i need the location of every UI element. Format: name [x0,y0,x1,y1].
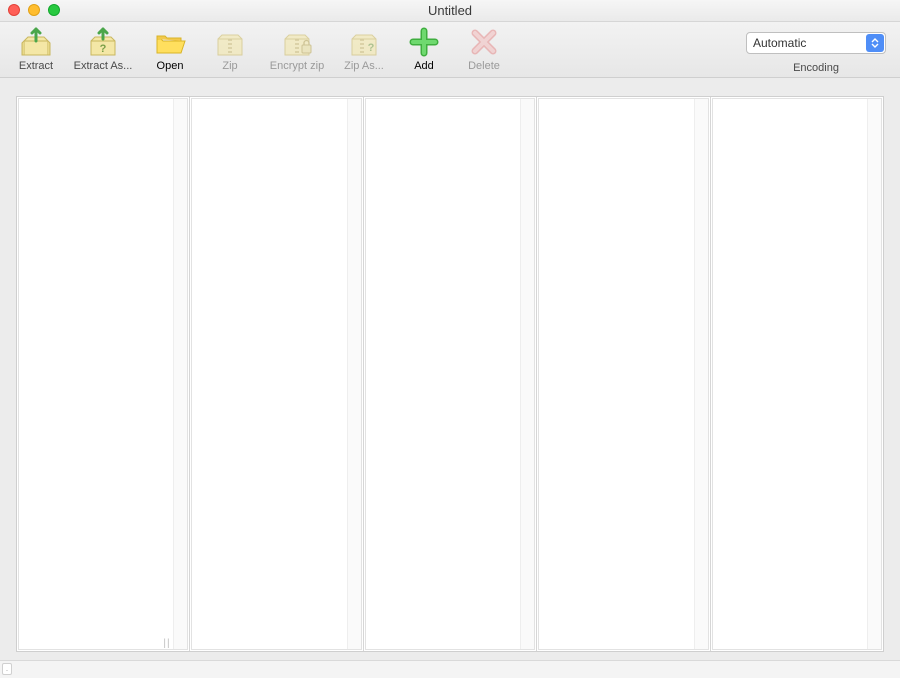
scrollbar[interactable] [520,99,534,649]
plus-icon [406,26,442,58]
extract-as-button[interactable]: ? Extract As... [70,26,136,72]
encoding-selected-value: Automatic [753,36,806,50]
window-controls [8,4,60,16]
svg-text:?: ? [368,42,375,54]
folder-open-icon [152,26,188,58]
box-zipper-icon [212,26,248,58]
column-resize-handle[interactable]: || [163,638,170,649]
chevron-up-down-icon [866,34,884,52]
minimize-window-button[interactable] [28,4,40,16]
toolbar-label: Extract [19,60,53,72]
delete-button[interactable]: Delete [458,26,510,72]
encrypt-zip-button[interactable]: Encrypt zip [264,26,330,72]
toolbar-label: Extract As... [74,60,133,72]
add-button[interactable]: Add [398,26,450,72]
extract-button[interactable]: Extract [10,26,62,72]
toolbar-label: Zip [222,60,237,72]
browser-column[interactable]: || [17,97,190,651]
browser-column[interactable] [537,97,710,651]
zip-button[interactable]: Zip [204,26,256,72]
scrollbar[interactable] [694,99,708,649]
toolbar-label: Delete [468,60,500,72]
toolbar-label: Encrypt zip [270,60,324,72]
status-bar: . [0,660,900,678]
toolbar: Extract ? Extract As... Open [0,22,900,78]
toolbar-label: Add [414,60,434,72]
browser-column[interactable] [364,97,537,651]
svg-text:?: ? [100,43,107,55]
box-arrow-up-question-icon: ? [85,26,121,58]
zip-as-button[interactable]: ? Zip As... [338,26,390,72]
browser-column[interactable] [711,97,883,651]
column-browser: || [16,96,884,652]
browser-column[interactable] [190,97,363,651]
x-icon [466,26,502,58]
encoding-control: Automatic Encoding [746,32,886,74]
scrollbar[interactable] [867,99,881,649]
encoding-select[interactable]: Automatic [746,32,886,54]
box-zipper-lock-icon [279,26,315,58]
open-button[interactable]: Open [144,26,196,72]
zoom-window-button[interactable] [48,4,60,16]
close-window-button[interactable] [8,4,20,16]
box-zipper-question-icon: ? [346,26,382,58]
status-grip[interactable]: . [2,663,12,675]
scrollbar[interactable] [347,99,361,649]
titlebar: Untitled [0,0,900,22]
window-title: Untitled [0,3,900,18]
box-arrow-up-icon [18,26,54,58]
encoding-label: Encoding [793,62,839,74]
toolbar-label: Zip As... [344,60,384,72]
scrollbar[interactable] [173,99,187,649]
toolbar-label: Open [157,60,184,72]
